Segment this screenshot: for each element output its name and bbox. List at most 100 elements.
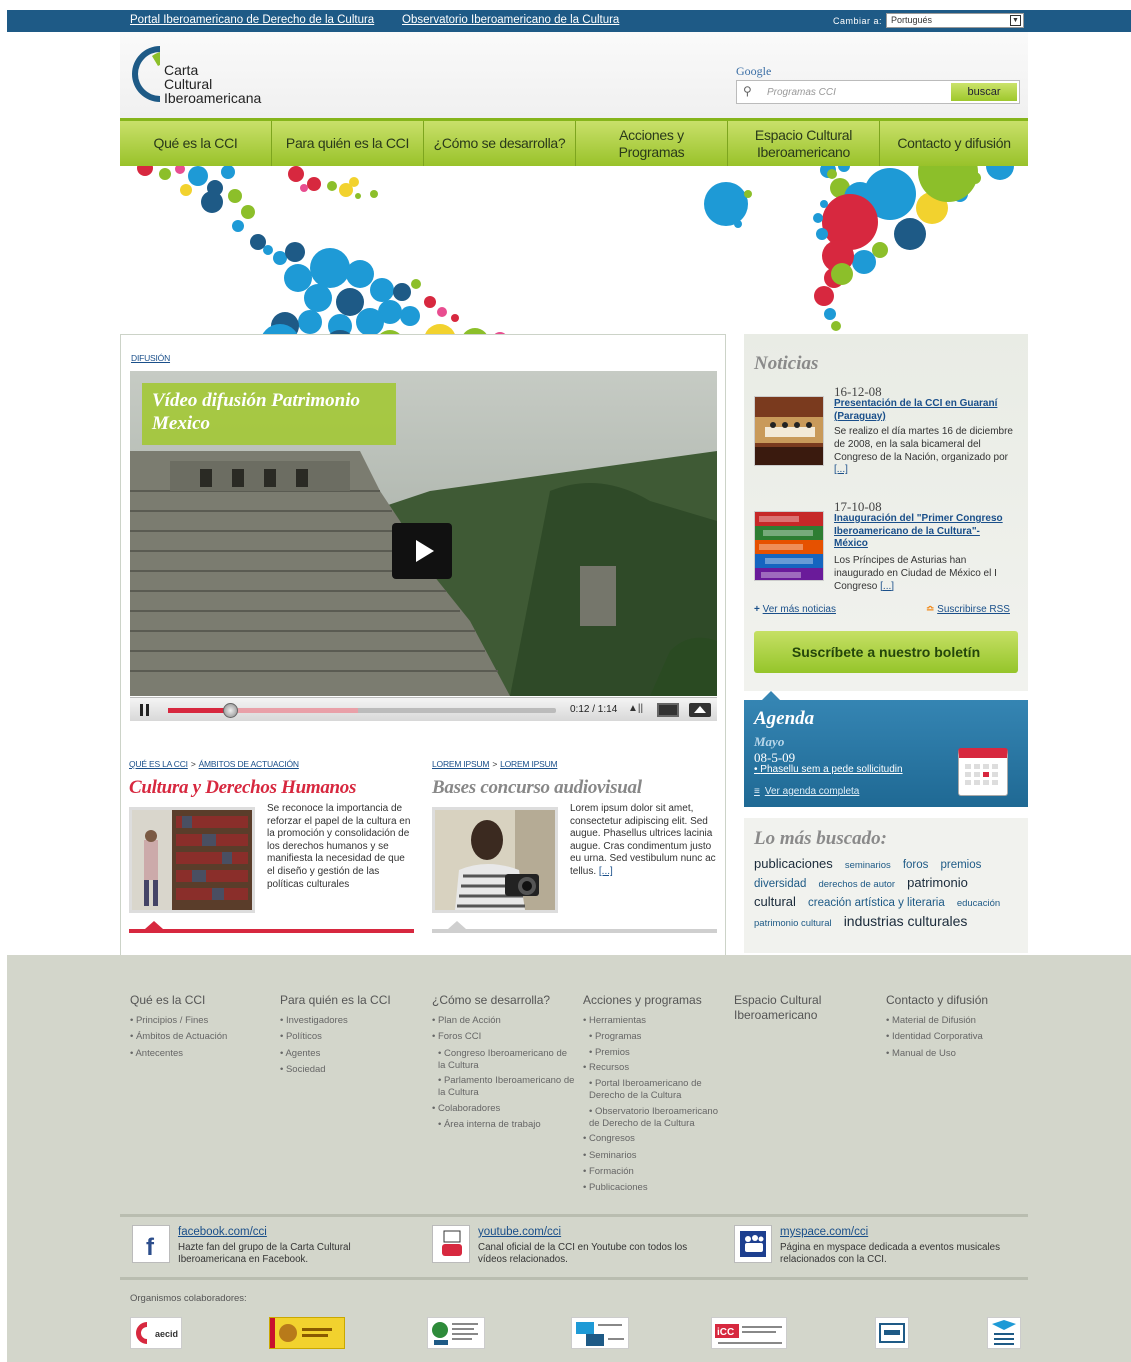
calendar-icon[interactable]	[958, 748, 1008, 796]
nav-item-que-es[interactable]: Qué es la CCI	[120, 121, 272, 166]
footer-link[interactable]: • Publicaciones	[583, 1182, 728, 1194]
pause-icon[interactable]	[140, 704, 150, 716]
nav-item-acciones[interactable]: Acciones y Programas	[576, 121, 728, 166]
rss-link[interactable]: Suscribirse RSS	[937, 604, 1010, 615]
footer-link[interactable]: • Observatorio Iberoamericano de Derecho…	[583, 1106, 728, 1131]
tag-link[interactable]: diversidad	[754, 878, 806, 890]
agenda-event-link[interactable]: • Phasellu sem a pede sollicitudin	[754, 764, 903, 775]
tag-link[interactable]: industrias culturales	[844, 913, 968, 929]
tag-link[interactable]: foros	[903, 859, 929, 871]
footer-link[interactable]: • Congresos	[583, 1133, 728, 1145]
volume-icon[interactable]: ▲||	[628, 703, 643, 714]
footer-link[interactable]: • Ámbitos de Actuación	[130, 1031, 275, 1043]
size-toggle-icon[interactable]	[657, 703, 679, 717]
footer-link[interactable]: • Investigadores	[280, 1015, 425, 1027]
tag-link[interactable]: patrimonio cultural	[754, 918, 832, 929]
footer-link[interactable]: • Foros CCI	[432, 1031, 577, 1043]
nav-item-como-se-desarrolla[interactable]: ¿Cómo se desarrolla?	[424, 121, 576, 166]
facebook-icon[interactable]: f	[132, 1225, 170, 1263]
footer-link[interactable]: • Premios	[583, 1047, 728, 1059]
search-input[interactable]: ⚲ Programas CCI buscar	[736, 80, 1020, 104]
footer-link[interactable]: • Portal Iberoamericano de Derecho de la…	[583, 1078, 728, 1103]
read-more-link[interactable]: [...]	[880, 581, 894, 592]
article-image[interactable]	[432, 807, 558, 913]
org-logo-cerlalc[interactable]	[875, 1317, 909, 1349]
footer-link[interactable]: • Seminarios	[583, 1150, 728, 1162]
footer-link[interactable]: • Material de Difusión	[886, 1015, 1031, 1027]
breadcrumb-link[interactable]: LOREM IPSUM	[500, 759, 558, 769]
footer-link[interactable]: • Políticos	[280, 1031, 425, 1043]
footer-link[interactable]: • Herramientas	[583, 1015, 728, 1027]
play-button[interactable]	[392, 523, 452, 579]
search-button[interactable]: buscar	[951, 83, 1017, 101]
org-logo-convenio[interactable]	[987, 1317, 1021, 1349]
footer-column-title[interactable]: Para quién es la CCI	[280, 993, 425, 1008]
footer-column-title[interactable]: Qué es la CCI	[130, 993, 275, 1008]
org-logo-aecid[interactable]: aecid	[130, 1317, 182, 1349]
footer-link[interactable]: • Formación	[583, 1166, 728, 1178]
decorative-dots	[137, 166, 1014, 344]
footer-column-title[interactable]: Acciones y programas	[583, 993, 728, 1008]
org-logo-ministerio[interactable]	[269, 1317, 345, 1349]
portal-link[interactable]: Portal Iberoamericano de Derecho de la C…	[130, 14, 374, 26]
myspace-link[interactable]: myspace.com/cci	[780, 1226, 868, 1238]
rss-subscribe[interactable]: ≏ Suscribirse RSS	[926, 604, 1010, 615]
footer-column-title[interactable]: Espacio Cultural Iberoamericano	[734, 993, 879, 1023]
nav-item-espacio-cultural[interactable]: Espacio Cultural Iberoamericano	[728, 121, 880, 166]
progress-handle[interactable]	[223, 703, 239, 718]
footer-link[interactable]: • Plan de Acción	[432, 1015, 577, 1027]
logo-icon[interactable]	[130, 44, 166, 104]
tag-link[interactable]: creación artística y literaria	[808, 897, 945, 909]
progress-track[interactable]	[168, 703, 556, 718]
org-logo-cab[interactable]: iCC	[711, 1317, 787, 1349]
article-title[interactable]: Cultura y Derechos Humanos	[129, 777, 414, 799]
facebook-link[interactable]: facebook.com/cci	[178, 1226, 267, 1238]
fullscreen-icon[interactable]	[689, 703, 711, 717]
footer-link[interactable]: • Antecentes	[130, 1048, 275, 1060]
footer-link[interactable]: • Programas	[583, 1031, 728, 1043]
tag-link[interactable]: publicaciones	[754, 856, 833, 871]
footer-link[interactable]: • Recursos	[583, 1062, 728, 1074]
youtube-icon[interactable]	[432, 1225, 470, 1263]
footer-column-title[interactable]: Contacto y difusión	[886, 993, 1031, 1008]
news-image[interactable]	[754, 511, 824, 581]
footer-link[interactable]: • Sociedad	[280, 1064, 425, 1076]
more-news[interactable]: + Ver más noticias	[754, 604, 836, 615]
observatorio-link[interactable]: Observatorio Iberoamericano de la Cultur…	[402, 14, 619, 26]
agenda-all-link[interactable]: ≡ Ver agenda completa	[754, 786, 859, 797]
nav-item-para-quien[interactable]: Para quién es la CCI	[272, 121, 424, 166]
org-logo-oei[interactable]	[427, 1317, 485, 1349]
more-news-link[interactable]: Ver más noticias	[763, 604, 836, 615]
nav-item-contacto[interactable]: Contacto y difusión	[880, 121, 1028, 166]
newsletter-button[interactable]: Suscríbete a nuestro boletín	[754, 631, 1018, 673]
footer-link[interactable]: • Identidad Corporativa	[886, 1031, 1031, 1043]
news-title-link[interactable]: Presentación de la CCI en Guaraní (Parag…	[834, 398, 1012, 423]
footer-link[interactable]: • Área interna de trabajo	[432, 1119, 577, 1131]
youtube-link[interactable]: youtube.com/cci	[478, 1226, 561, 1238]
section-tag-difusion[interactable]: DIFUSIÓN	[131, 353, 170, 363]
footer-link[interactable]: • Principios / Fines	[130, 1015, 275, 1027]
tag-link[interactable]: premios	[940, 859, 981, 871]
breadcrumb-link[interactable]: LOREM IPSUM	[432, 759, 490, 769]
footer-column-title[interactable]: ¿Cómo se desarrolla?	[432, 993, 577, 1008]
breadcrumb-link[interactable]: QUÉ ES LA CCI	[129, 759, 188, 769]
myspace-icon[interactable]	[734, 1225, 772, 1263]
footer-link[interactable]: • Manual de Uso	[886, 1048, 1031, 1060]
breadcrumb-link[interactable]: ÁMBITOS DE ACTUACIÓN	[199, 759, 299, 769]
footer-link[interactable]: • Colaboradores	[432, 1103, 577, 1115]
video-player[interactable]: Vídeo difusión Patrimonio Mexico 0:12 / …	[130, 371, 717, 721]
read-more-link[interactable]: [...]	[599, 866, 613, 877]
news-title-link[interactable]: Inauguración del "Primer Congreso Iberoa…	[834, 513, 1012, 551]
article-title[interactable]: Bases concurso audiovisual	[432, 777, 717, 799]
tag-link[interactable]: seminarios	[845, 860, 891, 871]
read-more-link[interactable]: [...]	[834, 464, 848, 475]
article-image[interactable]	[129, 807, 255, 913]
footer-link[interactable]: • Congreso Iberoamericano de la Cultura	[432, 1048, 577, 1073]
news-image[interactable]	[754, 396, 824, 466]
language-select[interactable]: Portugués ▼	[886, 13, 1024, 28]
tag-link[interactable]: derechos de autor	[818, 879, 895, 890]
org-logo-segib[interactable]	[571, 1317, 629, 1349]
footer-link[interactable]: • Agentes	[280, 1048, 425, 1060]
footer-link[interactable]: • Parlamento Iberoamericano de la Cultur…	[432, 1075, 577, 1100]
tag-link[interactable]: educación	[957, 898, 1000, 909]
